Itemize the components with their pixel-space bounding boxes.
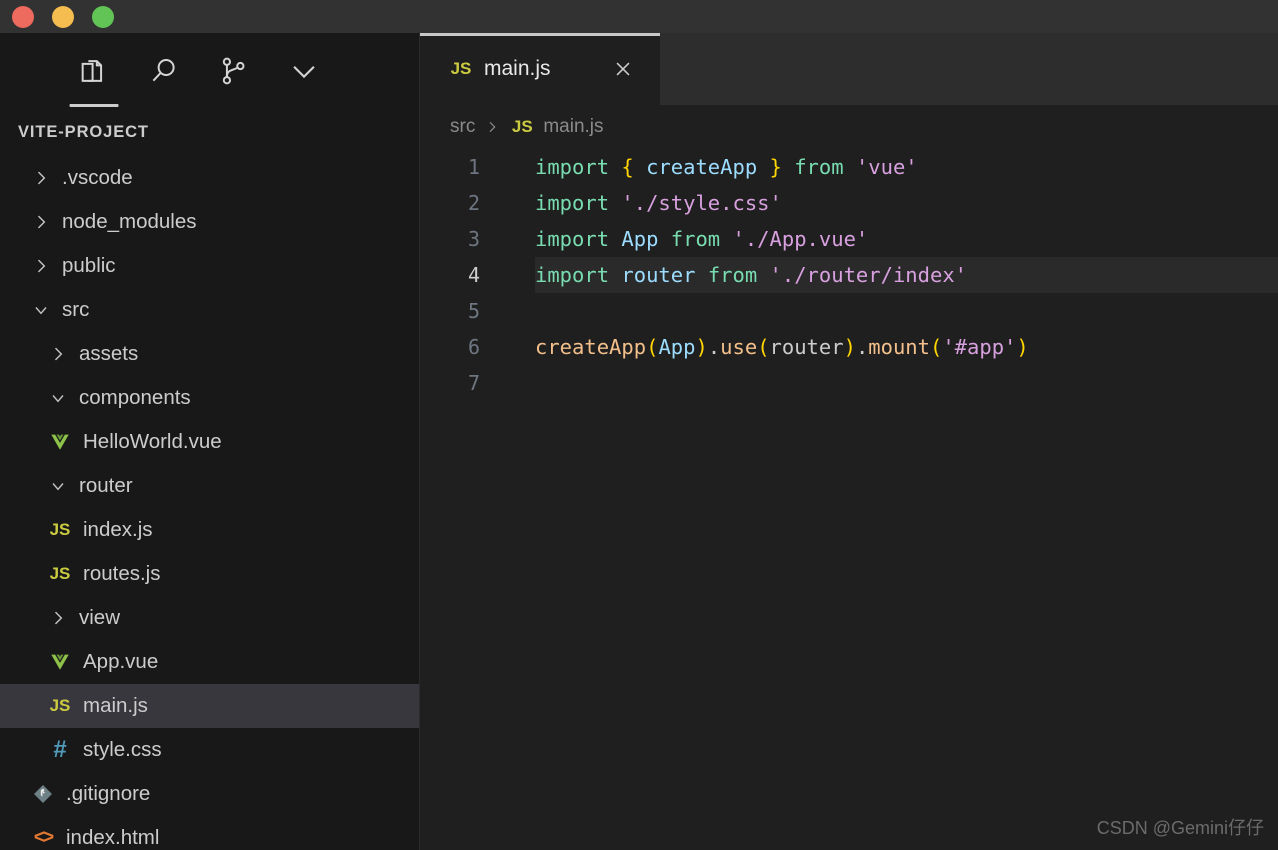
js-file-icon: JS	[450, 59, 472, 78]
close-window-button[interactable]	[12, 5, 34, 28]
code-line[interactable]: 6 createApp(App).use(router).mount('#app'…	[420, 329, 1278, 365]
title-bar	[0, 0, 1278, 33]
tree-folder-row[interactable]: components	[0, 376, 419, 420]
git-file-icon	[30, 782, 56, 806]
activity-bar	[0, 33, 419, 109]
code-line[interactable]: 3 import App from './App.vue'	[420, 221, 1278, 257]
tree-item-label: router	[79, 474, 133, 497]
breadcrumb: src JS main.js	[420, 105, 1278, 149]
tab-main-js[interactable]: JS main.js	[420, 33, 660, 105]
code-line-text: import './style.css'	[535, 191, 782, 215]
file-tree: .vscode node_modulespublic src assets compon…	[0, 154, 419, 850]
tree-folder-row[interactable]: view	[0, 596, 419, 640]
tree-item-label: view	[79, 606, 121, 629]
chevron-right-icon[interactable]	[47, 607, 69, 629]
chevron-right-icon[interactable]	[30, 211, 52, 233]
tree-file-row[interactable]: .gitignore	[0, 772, 419, 816]
vue-file-icon	[47, 651, 73, 673]
code-line-text: import { createApp } from 'vue'	[535, 155, 918, 179]
chevron-down-icon[interactable]	[30, 299, 52, 321]
code-line[interactable]: 4 import router from './router/index'	[420, 257, 1278, 293]
tree-item-label: routes.js	[83, 562, 161, 585]
code-line-text: import router from './router/index'	[535, 257, 1278, 293]
vue-file-icon	[47, 431, 73, 453]
line-number: 7	[467, 371, 480, 395]
vscode-window: VITE-PROJECT .vscode node_modulespublic sr…	[0, 0, 1278, 850]
js-file-icon: JS	[49, 696, 71, 715]
line-number: 5	[467, 299, 480, 323]
tree-item-label: .gitignore	[66, 782, 151, 805]
tree-item-label: index.html	[66, 826, 160, 849]
tree-folder-row[interactable]: public	[0, 244, 419, 288]
chevron-down-icon[interactable]	[47, 475, 69, 497]
code-line[interactable]: 2 import './style.css'	[420, 185, 1278, 221]
tree-item-label: style.css	[83, 738, 162, 761]
chevron-down-icon[interactable]	[47, 387, 69, 409]
code-content[interactable]: 1 import { createApp } from 'vue' 2 import …	[420, 149, 1278, 850]
tree-file-row[interactable]: App.vue	[0, 640, 419, 684]
js-file-icon: JS	[511, 117, 533, 136]
watermark: CSDN @Gemini仔仔	[1096, 818, 1264, 838]
maximize-window-button[interactable]	[92, 5, 114, 28]
breadcrumb-folder[interactable]: src	[450, 116, 475, 138]
explorer-section-title: VITE-PROJECT	[18, 123, 149, 141]
js-file-icon: JS	[49, 520, 71, 539]
code-line[interactable]: 5	[420, 293, 1278, 329]
html-file-icon: <>	[33, 827, 54, 848]
workbench: VITE-PROJECT .vscode node_modulespublic sr…	[0, 33, 1278, 850]
tree-folder-row[interactable]: node_modules	[0, 200, 419, 244]
code-line[interactable]: 7	[420, 365, 1278, 401]
minimize-window-button[interactable]	[52, 5, 74, 28]
editor-tab-bar: JS main.js	[420, 33, 1278, 105]
code-line-text: createApp(App).use(router).mount('#app')	[535, 335, 1029, 359]
editor-area: JS main.js src JS main.js 1 import {cre…	[420, 33, 1278, 850]
tree-item-label: components	[79, 386, 191, 409]
js-file-icon: JS	[49, 564, 71, 583]
tree-file-row[interactable]: JS main.js	[0, 684, 419, 728]
tree-item-label: main.js	[83, 694, 148, 717]
tree-item-label: node_modules	[62, 210, 197, 233]
line-number: 2	[467, 191, 480, 215]
tree-item-label: index.js	[83, 518, 153, 541]
tree-item-label: src	[62, 298, 90, 321]
tree-folder-row[interactable]: assets	[0, 332, 419, 376]
tree-item-label: App.vue	[83, 650, 159, 673]
tree-file-row[interactable]: # style.css	[0, 728, 419, 772]
line-number: 4	[467, 263, 480, 287]
source-control-icon[interactable]	[216, 53, 252, 89]
tree-item-label: .vscode	[62, 166, 133, 189]
chevron-right-icon[interactable]	[30, 255, 52, 277]
tree-item-label: HelloWorld.vue	[83, 430, 222, 453]
code-line[interactable]: 1 import { createApp } from 'vue'	[420, 149, 1278, 185]
line-number: 3	[467, 227, 480, 251]
tree-file-row[interactable]: JS routes.js	[0, 552, 419, 596]
tab-bar-empty-space	[660, 33, 1278, 105]
tree-folder-row[interactable]: .vscode	[0, 156, 419, 200]
chevron-right-icon[interactable]	[30, 167, 52, 189]
chevron-down-icon[interactable]	[286, 53, 322, 89]
tree-folder-row[interactable]: router	[0, 464, 419, 508]
window-controls	[12, 5, 114, 28]
tab-label: main.js	[484, 57, 551, 80]
tree-file-row[interactable]: HelloWorld.vue	[0, 420, 419, 464]
breadcrumb-file[interactable]: main.js	[543, 116, 603, 138]
close-icon[interactable]	[610, 56, 636, 82]
tree-item-label: public	[62, 254, 116, 277]
search-icon[interactable]	[146, 53, 182, 89]
explorer-sidebar: VITE-PROJECT .vscode node_modulespublic sr…	[0, 33, 420, 850]
css-file-icon: #	[53, 736, 67, 763]
line-number: 1	[467, 155, 480, 179]
tree-folder-row[interactable]: src	[0, 288, 419, 332]
explorer-icon[interactable]	[76, 53, 112, 89]
code-line-text: import App from './App.vue'	[535, 227, 869, 251]
line-number: 6	[467, 335, 480, 359]
tree-file-row[interactable]: JS index.js	[0, 508, 419, 552]
chevron-right-icon[interactable]	[47, 343, 69, 365]
tree-item-label: assets	[79, 342, 139, 365]
tree-file-row[interactable]: <> index.html	[0, 816, 419, 850]
chevron-right-icon	[484, 119, 500, 135]
